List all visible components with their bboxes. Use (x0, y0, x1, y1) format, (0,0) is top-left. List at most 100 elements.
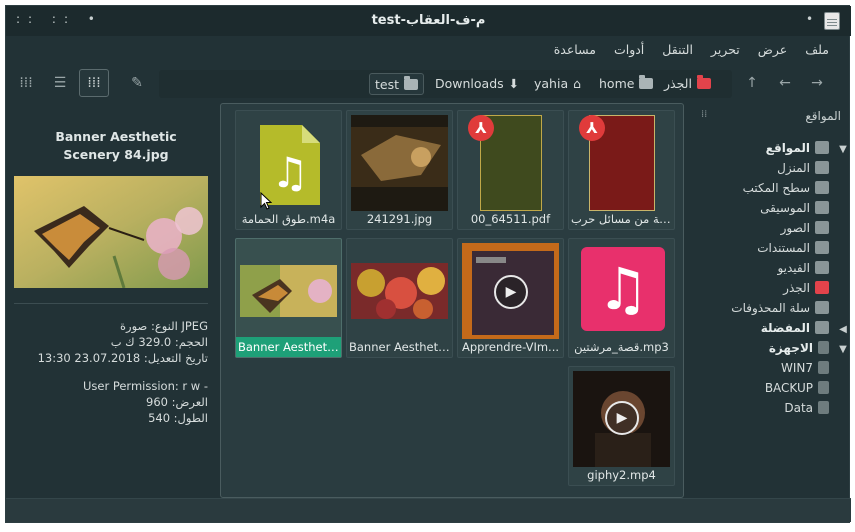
preview-image (14, 176, 208, 288)
breadcrumb-yahia[interactable]: yahia ⌂ (534, 70, 581, 98)
root-folder-icon (815, 281, 829, 294)
prop-height: الطول: 540 (148, 411, 208, 425)
window-menu-dot[interactable]: • (806, 12, 813, 26)
sidebar-item-label: الفيديو (777, 261, 810, 275)
window-title: test-م-ف-العقاب (371, 13, 486, 28)
sidebar-item-root[interactable]: الجذر (783, 278, 835, 298)
sidebar-item-label: سطح المكتب (742, 181, 810, 195)
file-tile[interactable]: Banner Aestheti... (346, 238, 453, 358)
mouse-cursor-icon (260, 192, 272, 210)
file-tile-selected[interactable]: Banner Aestheti... (235, 238, 342, 358)
forward-arrow-icon[interactable]: → (806, 70, 828, 96)
video-thumbnail: ▶ (462, 243, 559, 339)
compact-view-icon[interactable]: ⁞⁞⁞ (16, 70, 36, 96)
section-places[interactable]: المواقع ▼ (766, 138, 851, 158)
edit-path-icon[interactable]: ✎ (126, 70, 148, 96)
drive-icon (818, 341, 829, 354)
home-icon: ⌂ (573, 76, 582, 91)
breadcrumb-downloads[interactable]: Downloads ⬇ (435, 70, 519, 98)
file-tile[interactable]: 241291.jpg (346, 110, 453, 230)
folder-icon (639, 75, 654, 89)
breadcrumb-downloads-label: Downloads (435, 76, 504, 91)
back-arrow-icon[interactable]: ← (774, 70, 796, 96)
file-name: Banner Aestheti... (349, 340, 452, 354)
title-bar[interactable]: :: :: • test-م-ف-العقاب • (6, 6, 851, 36)
menu-view[interactable]: عرض (756, 40, 789, 62)
menu-file[interactable]: ملف (803, 40, 831, 62)
file-grid: ⅄ السنة من مسائل حرب... ⅄ 00_64511.pdf 2… (220, 103, 684, 498)
drive-icon (818, 381, 829, 394)
section-label: المواقع (765, 141, 810, 155)
prop-permission: User Permission: r w - (82, 379, 208, 393)
breadcrumb-home-label: home (599, 76, 635, 91)
svg-text:♫: ♫ (271, 148, 309, 197)
prop-size: الحجم: 329.0 ك ب (110, 335, 208, 349)
app-icon[interactable] (824, 12, 840, 30)
section-devices[interactable]: الاجهزة ▼ (769, 338, 851, 358)
image-thumbnail (351, 243, 448, 339)
prop-gap (14, 366, 208, 378)
breadcrumb-test[interactable]: test (369, 73, 425, 95)
file-name: السنة من مسائل حرب... (571, 212, 674, 226)
music-icon: ♫ (581, 247, 665, 331)
sidebar-item-desktop[interactable]: سطح المكتب (743, 178, 835, 198)
preview-panel: Banner Aesthetic Scenery 84.jpg النوع: ص… (6, 106, 216, 496)
file-tile[interactable]: ▶ Apprendre-VIm... (457, 238, 564, 358)
home-icon (815, 161, 829, 174)
menu-go[interactable]: التنقل (660, 40, 695, 62)
sidebar-item-home[interactable]: المنزل (777, 158, 835, 178)
sidebar-title: المواقع (805, 109, 841, 123)
sidebar-item-videos[interactable]: الفيديو (777, 258, 835, 278)
file-tile[interactable]: ▶ giphy2.mp4 (568, 366, 675, 486)
pdf-icon: ⅄ (579, 115, 605, 141)
file-name: طوق الحمامة.m4a (241, 212, 336, 226)
sidebar-item-data[interactable]: Data (784, 398, 835, 418)
icon-view-icon[interactable]: ⁞⁞⁞ (79, 69, 109, 97)
sidebar-item-backup[interactable]: BACKUP (765, 378, 835, 398)
menu-tools[interactable]: أدوات (612, 40, 646, 62)
section-label: الاجهزة (768, 341, 813, 355)
file-name: قصة_مرشتين.mp3 (574, 340, 669, 354)
sidebar-item-trash[interactable]: سلة المحذوفات (731, 298, 835, 318)
sidebar-item-win7[interactable]: WIN7 (781, 358, 835, 378)
sidebar-grip-icon[interactable]: ⁞⁞ (701, 109, 707, 120)
expand-arrow-icon[interactable]: ▼ (835, 340, 851, 360)
file-name: 00_64511.pdf (470, 212, 551, 226)
file-tile[interactable]: ⅄ السنة من مسائل حرب... (568, 110, 675, 230)
play-icon: ▶ (494, 275, 528, 309)
sidebar-item-music[interactable]: الموسيقى (760, 198, 835, 218)
expand-arrow-icon[interactable]: ▼ (835, 140, 851, 160)
pdf-thumbnail: ⅄ (573, 115, 670, 211)
sidebar-item-label: BACKUP (764, 381, 813, 395)
collapse-arrow-icon[interactable]: ◀ (835, 320, 851, 340)
sidebar-item-label: المنزل (777, 161, 810, 175)
image-thumbnail (351, 115, 448, 211)
sidebar-item-label: Data (784, 401, 813, 415)
prop-type: النوع: صورة JPEG (120, 319, 208, 333)
list-view-icon[interactable]: ☰ (50, 70, 70, 96)
file-tile[interactable]: ♫ طوق الحمامة.m4a (235, 110, 342, 230)
menu-help[interactable]: مساعدة (552, 40, 598, 62)
sidebar-item-documents[interactable]: المستندات (757, 238, 835, 258)
documents-icon (815, 241, 829, 254)
preview-properties: النوع: صورة JPEG الحجم: 329.0 ك ب تاريخ … (14, 318, 208, 426)
desktop-icon (815, 181, 829, 194)
menu-edit[interactable]: تحرير (709, 40, 742, 62)
pdf-icon: ⅄ (468, 115, 494, 141)
sidebar-item-pictures[interactable]: الصور (781, 218, 835, 238)
breadcrumb-home[interactable]: home (599, 70, 654, 98)
status-bar (6, 498, 851, 522)
sidebar-item-label: الموسيقى (760, 201, 810, 215)
toolbar: ⁞⁞⁞ ☰ ⁞⁞⁞ ✎ test Downloads ⬇ yahia ⌂ home … (6, 66, 851, 100)
sidebar-item-label: المستندات (757, 241, 810, 255)
menu-bar: ملف عرض تحرير التنقل أدوات مساعدة (552, 40, 831, 62)
sidebar-item-label: WIN7 (780, 361, 813, 375)
file-tile[interactable]: ⅄ 00_64511.pdf (457, 110, 564, 230)
file-name: 241291.jpg (366, 212, 433, 226)
breadcrumb-root[interactable]: الجذر (664, 70, 711, 98)
prop-modified: تاريخ التعديل: 23.07.2018 13:30 (37, 351, 208, 365)
music-icon (815, 201, 829, 214)
section-bookmarks[interactable]: المفضلة ◀ (761, 318, 851, 338)
file-tile[interactable]: ♫ قصة_مرشتين.mp3 (568, 238, 675, 358)
up-arrow-icon[interactable]: ↑ (741, 70, 763, 96)
